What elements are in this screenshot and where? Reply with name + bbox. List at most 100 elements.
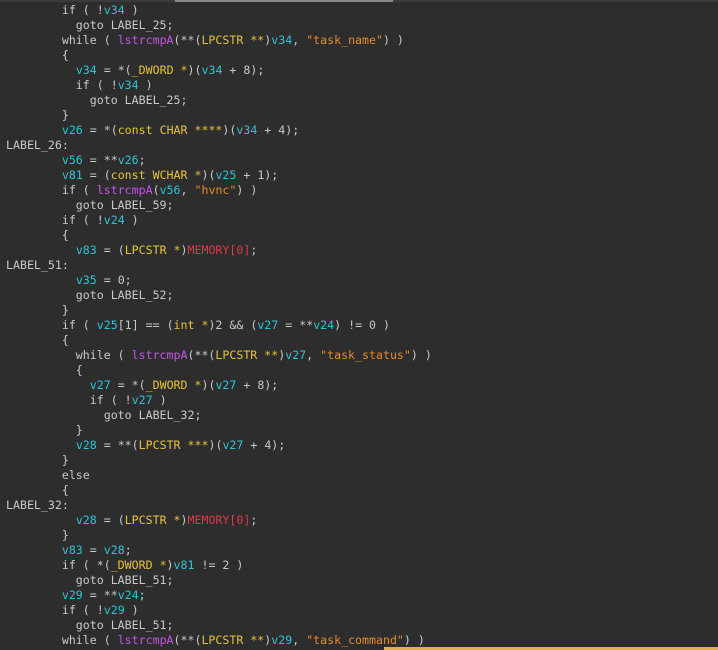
type-token[interactable]: LPCSTR ** bbox=[215, 348, 278, 362]
type-token[interactable]: _DWORD * bbox=[132, 63, 188, 77]
type-token[interactable]: int * bbox=[174, 318, 209, 332]
code-line[interactable]: goto LABEL_25; bbox=[6, 93, 432, 108]
variable-token[interactable]: v34 bbox=[104, 3, 125, 17]
horizontal-scrollbar-thumb[interactable] bbox=[175, 0, 393, 2]
variable-token[interactable]: v34 bbox=[271, 33, 292, 47]
variable-token[interactable]: v27 bbox=[222, 438, 243, 452]
variable-token[interactable]: v28 bbox=[104, 543, 125, 557]
variable-token[interactable]: v29 bbox=[104, 603, 125, 617]
variable-token[interactable]: v28 bbox=[76, 513, 97, 527]
variable-token[interactable]: v83 bbox=[62, 543, 83, 557]
string-literal[interactable]: "task_command" bbox=[306, 633, 404, 647]
code-line[interactable]: if ( lstrcmpA(v56, "hvnc") ) bbox=[6, 183, 432, 198]
variable-token[interactable]: v24 bbox=[104, 213, 125, 227]
code-line[interactable]: while ( lstrcmpA(**(LPCSTR **)v29, "task… bbox=[6, 633, 432, 648]
type-token[interactable]: const CHAR **** bbox=[118, 123, 223, 137]
type-token[interactable]: LPCSTR ** bbox=[201, 33, 264, 47]
code-line[interactable]: v26 = *(const CHAR ****)(v34 + 4); bbox=[6, 123, 432, 138]
variable-token[interactable]: v29 bbox=[271, 633, 292, 647]
function-token[interactable]: lstrcmpA bbox=[118, 33, 174, 47]
type-token[interactable]: const WCHAR * bbox=[111, 168, 202, 182]
code-line[interactable]: } bbox=[6, 303, 432, 318]
code-line[interactable]: { bbox=[6, 333, 432, 348]
code-line[interactable]: { bbox=[6, 228, 432, 243]
code-line[interactable]: LABEL_26: bbox=[6, 138, 432, 153]
type-token[interactable]: _DWORD * bbox=[111, 558, 167, 572]
code-line[interactable]: goto LABEL_51; bbox=[6, 573, 432, 588]
code-line[interactable]: goto LABEL_25; bbox=[6, 18, 432, 33]
type-token[interactable]: LPCSTR *** bbox=[139, 438, 209, 452]
code-line[interactable]: v83 = v28; bbox=[6, 543, 432, 558]
type-token[interactable]: LPCSTR ** bbox=[201, 633, 264, 647]
string-literal[interactable]: "task_name" bbox=[306, 33, 383, 47]
variable-token[interactable]: v26 bbox=[118, 153, 139, 167]
variable-token[interactable]: v27 bbox=[90, 378, 111, 392]
code-line[interactable]: v27 = *(_DWORD *)(v27 + 8); bbox=[6, 378, 432, 393]
code-line[interactable]: v83 = (LPCSTR *)MEMORY[0]; bbox=[6, 243, 432, 258]
code-line[interactable]: while ( lstrcmpA(**(LPCSTR **)v27, "task… bbox=[6, 348, 432, 363]
string-literal[interactable]: "task_status" bbox=[320, 348, 411, 362]
function-token[interactable]: lstrcmpA bbox=[97, 183, 153, 197]
code-line[interactable]: while ( lstrcmpA(**(LPCSTR **)v34, "task… bbox=[6, 33, 432, 48]
code-line[interactable]: { bbox=[6, 363, 432, 378]
code-line[interactable]: goto LABEL_59; bbox=[6, 198, 432, 213]
code-line[interactable]: LABEL_51: bbox=[6, 258, 432, 273]
memory-reference[interactable]: MEMORY[0] bbox=[188, 513, 251, 527]
variable-token[interactable]: v27 bbox=[215, 378, 236, 392]
code-line[interactable]: goto LABEL_52; bbox=[6, 288, 432, 303]
variable-token[interactable]: v28 bbox=[76, 438, 97, 452]
variable-token[interactable]: v34 bbox=[118, 78, 139, 92]
code-line[interactable]: goto LABEL_51; bbox=[6, 618, 432, 633]
variable-token[interactable]: v83 bbox=[76, 243, 97, 257]
variable-token[interactable]: v35 bbox=[76, 273, 97, 287]
code-line[interactable]: } bbox=[6, 423, 432, 438]
code-line[interactable]: if ( !v34 ) bbox=[6, 78, 432, 93]
string-literal[interactable]: "hvnc" bbox=[195, 183, 237, 197]
function-token[interactable]: lstrcmpA bbox=[132, 348, 188, 362]
type-token[interactable]: LPCSTR * bbox=[125, 513, 181, 527]
variable-token[interactable]: v25 bbox=[215, 168, 236, 182]
pseudocode-view[interactable]: if ( !v34 ) goto LABEL_25; while ( lstrc… bbox=[6, 3, 432, 648]
code-line[interactable]: } bbox=[6, 528, 432, 543]
code-line[interactable]: v34 = *(_DWORD *)(v34 + 8); bbox=[6, 63, 432, 78]
variable-token[interactable]: v25 bbox=[97, 318, 118, 332]
variable-token[interactable]: v56 bbox=[62, 153, 83, 167]
variable-token[interactable]: v81 bbox=[174, 558, 195, 572]
code-line[interactable]: v28 = (LPCSTR *)MEMORY[0]; bbox=[6, 513, 432, 528]
variable-token[interactable]: v34 bbox=[76, 63, 97, 77]
code-line[interactable]: if ( v25[1] == (int *)2 && (v27 = **v24)… bbox=[6, 318, 432, 333]
code-line[interactable]: v35 = 0; bbox=[6, 273, 432, 288]
code-line[interactable]: else bbox=[6, 468, 432, 483]
variable-token[interactable]: v24 bbox=[118, 588, 139, 602]
memory-reference[interactable]: MEMORY[0] bbox=[188, 243, 251, 257]
code-line[interactable]: v29 = **v24; bbox=[6, 588, 432, 603]
variable-token[interactable]: v27 bbox=[132, 393, 153, 407]
variable-token[interactable]: v56 bbox=[160, 183, 181, 197]
code-line[interactable]: v56 = **v26; bbox=[6, 153, 432, 168]
type-token[interactable]: LPCSTR * bbox=[125, 243, 181, 257]
code-line[interactable]: if ( *(_DWORD *)v81 != 2 ) bbox=[6, 558, 432, 573]
type-token[interactable]: _DWORD * bbox=[146, 378, 202, 392]
variable-token[interactable]: v34 bbox=[236, 123, 257, 137]
code-line[interactable]: if ( !v24 ) bbox=[6, 213, 432, 228]
variable-token[interactable]: v81 bbox=[62, 168, 83, 182]
code-line[interactable]: goto LABEL_32; bbox=[6, 408, 432, 423]
variable-token[interactable]: v27 bbox=[257, 318, 278, 332]
code-line[interactable]: if ( !v29 ) bbox=[6, 603, 432, 618]
code-line[interactable]: } bbox=[6, 453, 432, 468]
function-token[interactable]: lstrcmpA bbox=[118, 633, 174, 647]
code-line[interactable]: v28 = **(LPCSTR ***)(v27 + 4); bbox=[6, 438, 432, 453]
variable-token[interactable]: v24 bbox=[313, 318, 334, 332]
variable-token[interactable]: v34 bbox=[201, 63, 222, 77]
code-line[interactable]: LABEL_32: bbox=[6, 498, 432, 513]
code-text: ; bbox=[124, 543, 132, 557]
code-line[interactable]: if ( !v27 ) bbox=[6, 393, 432, 408]
code-line[interactable]: { bbox=[6, 48, 432, 63]
variable-token[interactable]: v26 bbox=[62, 123, 83, 137]
code-line[interactable]: v81 = (const WCHAR *)(v25 + 1); bbox=[6, 168, 432, 183]
code-line[interactable]: { bbox=[6, 483, 432, 498]
code-line[interactable]: if ( !v34 ) bbox=[6, 3, 432, 18]
variable-token[interactable]: v27 bbox=[285, 348, 306, 362]
variable-token[interactable]: v29 bbox=[62, 588, 83, 602]
code-line[interactable]: } bbox=[6, 108, 432, 123]
